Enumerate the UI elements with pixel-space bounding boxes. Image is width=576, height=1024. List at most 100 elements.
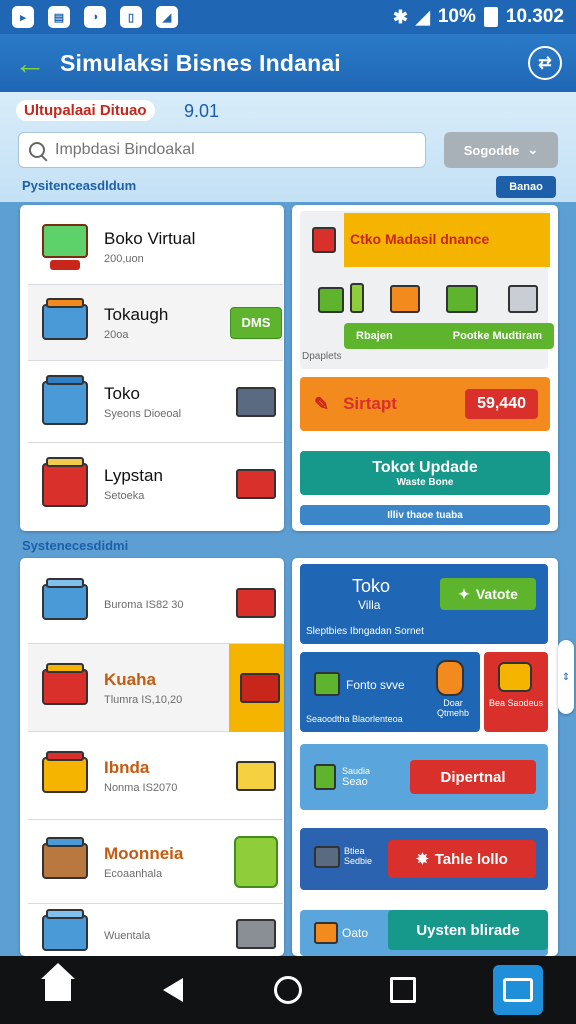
menu-action-icon[interactable]: ⇄ xyxy=(528,46,562,80)
market-stall-icon xyxy=(36,659,94,717)
dispatch-button[interactable]: Dipertnal xyxy=(410,760,536,794)
feature-caption: Seaoodtha Blaorlenteoa xyxy=(306,714,403,724)
back-button[interactable] xyxy=(143,960,203,1020)
toko-title: Toko xyxy=(352,576,391,596)
computer-icon xyxy=(36,218,94,276)
home-button[interactable] xyxy=(28,960,88,1020)
side-card[interactable]: Bea Saodeus xyxy=(484,652,548,732)
banner-title: Ctko Madasil dnance xyxy=(350,231,490,247)
list-item[interactable]: Wuentala xyxy=(28,904,283,956)
list-item-title: Ibnda xyxy=(104,757,150,777)
banner-left-button[interactable]: Rbajen xyxy=(356,330,393,342)
dispatch-label: Seao xyxy=(342,776,368,788)
app-shortcut-button[interactable] xyxy=(488,960,548,1020)
buy-button[interactable]: DMS xyxy=(230,306,282,339)
store-box-icon xyxy=(36,294,94,352)
side-card-label: Bea Saodeus xyxy=(488,698,544,708)
toko-button-label: Vatote xyxy=(475,586,518,602)
toko-button[interactable]: ✦ Vatote xyxy=(440,578,536,610)
image-icon: ◢ xyxy=(156,6,178,28)
list-item-sub: Tlumra IS,10,20 xyxy=(104,693,183,706)
banner-action-bar: Rbajen Pootke Mudtiram xyxy=(344,323,554,349)
system-card[interactable]: Oato Uysten blirade xyxy=(300,910,548,956)
printer-icon xyxy=(236,919,276,949)
cart-icon xyxy=(36,574,94,632)
update-button[interactable]: Tokot Updade Waste Bone xyxy=(300,451,550,495)
crate-icon xyxy=(314,922,338,944)
list-item[interactable]: Lypstan Setoeka xyxy=(28,443,283,525)
toko-sub: Villa xyxy=(358,598,381,612)
app-bar: ← Simulaksi Bisnes Indanai ⇄ xyxy=(0,34,576,92)
list-item-title: Toko xyxy=(104,383,140,403)
list-item[interactable]: Ibnda Nonma IS2070 xyxy=(28,732,283,820)
shop-building-icon xyxy=(36,373,94,431)
machine-icon xyxy=(508,285,538,313)
feature-card[interactable]: Fonto svve Doar Qtmehb Seaoodtha Blaorle… xyxy=(300,652,480,732)
home-icon xyxy=(40,963,75,1003)
bottle-icon xyxy=(350,283,364,313)
back-arrow-icon[interactable]: ← xyxy=(14,47,46,79)
list-item-sub: Syeons Dioeoal xyxy=(104,407,182,420)
toko-caption: Sleptbies Ibngadan Sornet xyxy=(306,626,424,637)
section-button[interactable]: Banao xyxy=(496,176,556,198)
sort-dropdown-label: Sogodde xyxy=(463,142,520,158)
page-title: Simulaksi Bisnes Indanai xyxy=(60,49,341,76)
system-label: Oato xyxy=(342,926,369,940)
scroll-handle[interactable]: ⇕ xyxy=(558,640,574,714)
banner-caption: Dpaplets xyxy=(302,351,342,362)
crate-icon xyxy=(390,285,420,313)
search-icon xyxy=(29,142,45,158)
circle-icon xyxy=(273,976,302,1004)
promo-small: Btiea Sedbie xyxy=(344,846,373,866)
section-label-1: Pysitenceasdldum xyxy=(22,178,137,193)
list-item-title: Kuaha xyxy=(104,669,156,689)
list-item[interactable]: Buroma IS82 30 xyxy=(28,562,283,644)
settings-icon: ✱ xyxy=(392,6,408,27)
section-label-2: Systenecesdidmi xyxy=(22,538,129,553)
list-item-sub: 20oa xyxy=(104,328,129,341)
battery-percent: 10% xyxy=(437,6,476,27)
list-item-sub: Setoeka xyxy=(104,490,145,502)
list-item[interactable]: Toko Syeons Dioeoal xyxy=(28,361,283,443)
list-item[interactable]: Moonneia Ecoaanhala xyxy=(28,820,283,904)
file-icon: ▯ xyxy=(120,6,142,28)
toko-card[interactable]: Toko Villa ✦ Vatote Sleptbies Ibngadan S… xyxy=(300,564,548,644)
oven-icon xyxy=(498,662,532,692)
list-item-sub: Buroma IS82 30 xyxy=(104,598,184,611)
list-item-sub: Nonma IS2070 xyxy=(104,781,178,794)
promo-button-label: Tahle lollo xyxy=(434,850,508,868)
chevron-down-icon: ⌄ xyxy=(527,142,539,157)
package-icon xyxy=(236,760,276,791)
search-bar[interactable] xyxy=(18,132,426,168)
recents-button[interactable] xyxy=(373,960,433,1020)
info-strip[interactable]: Illiv thaoe tuaba xyxy=(300,505,550,525)
search-input[interactable] xyxy=(55,141,415,159)
sort-dropdown[interactable]: Sogodde ⌄ xyxy=(444,132,558,168)
app-icon: ◑ xyxy=(84,6,106,28)
banner-right-button[interactable]: Pootke Mudtiram xyxy=(453,330,542,342)
list-item[interactable]: Boko Virtual 200,uon xyxy=(28,209,283,285)
trophy-icon xyxy=(436,660,464,696)
gift-box-icon xyxy=(236,587,276,618)
workshop-icon xyxy=(36,833,94,891)
start-button[interactable]: ✎ Sirtapt 59,440 xyxy=(300,377,550,431)
pencil-icon: ✎ xyxy=(314,393,330,414)
home-circle-button[interactable] xyxy=(258,960,318,1020)
list-item[interactable]: Kuaha Tlumra IS,10,20 xyxy=(28,643,284,732)
list-item[interactable]: Tokaugh 20oa DMS xyxy=(28,285,283,361)
business-summary-panel: Ctko Madasil dnance Rbajen Pootke Mudtir… xyxy=(292,205,558,531)
leaf-icon xyxy=(234,835,278,888)
jar-icon xyxy=(314,764,336,790)
cash-icon xyxy=(446,285,478,313)
list-item-title: Moonneia xyxy=(104,843,184,863)
business-actions-panel: Toko Villa ✦ Vatote Sleptbies Ibngadan S… xyxy=(292,558,558,956)
start-label: Sirtapt xyxy=(343,394,397,413)
system-button[interactable]: Uysten blirade xyxy=(388,910,548,950)
list-item-sub: 200,uon xyxy=(104,252,144,265)
promo-button[interactable]: ✸ Tahle lollo xyxy=(388,840,536,878)
dispatch-card[interactable]: Saudia Seao Dipertnal xyxy=(300,744,548,810)
header-tag: Ultupalaai Dituao xyxy=(16,100,155,121)
promo-card[interactable]: Btiea Sedbie ✸ Tahle lollo xyxy=(300,828,548,890)
update-title: Tokot Updade xyxy=(372,458,478,476)
app-shortcut-icon xyxy=(493,965,544,1015)
